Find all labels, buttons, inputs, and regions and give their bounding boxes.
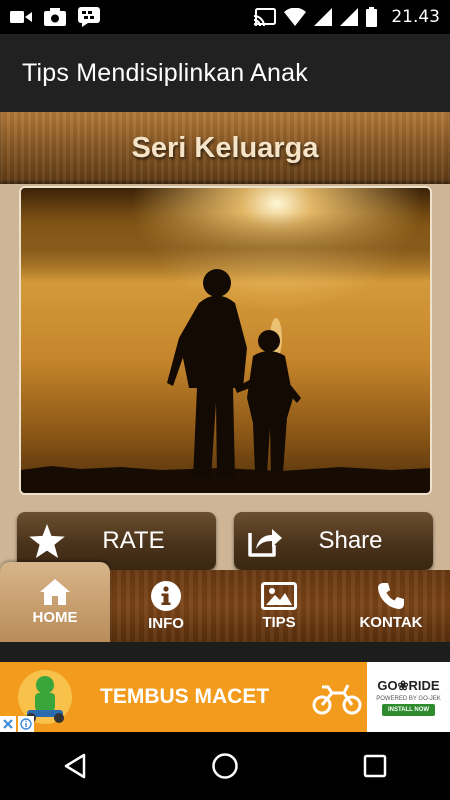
clock: 21.43 — [391, 7, 440, 27]
share-icon — [248, 529, 282, 557]
bbm-icon — [78, 7, 100, 27]
recents-icon — [363, 754, 387, 778]
banner-title: Seri Keluarga — [131, 131, 319, 164]
rate-label: RATE — [102, 527, 165, 554]
signal-icon — [314, 8, 333, 26]
share-button[interactable]: Share — [234, 512, 433, 570]
ad-headline: TEMBUS MACET — [100, 685, 270, 708]
recents-button[interactable] — [345, 736, 405, 796]
phone-icon — [378, 582, 404, 609]
signal-icon — [340, 8, 359, 26]
ad-banner[interactable]: TEMBUS MACET GO❀RIDE POWERED BY GO-JEK I… — [0, 662, 450, 732]
tab-home-label: HOME — [32, 608, 78, 626]
ad-brand-sub: POWERED BY GO-JEK — [376, 696, 441, 702]
section-banner: Seri Keluarga — [0, 112, 450, 184]
tab-home[interactable]: HOME — [0, 562, 110, 642]
image-icon — [261, 581, 297, 610]
battery-icon — [366, 7, 378, 27]
star-icon — [29, 524, 65, 558]
ad-mascot — [0, 662, 90, 732]
tab-info-label: INFO — [148, 614, 184, 632]
motorbike-icon — [312, 684, 362, 715]
share-label: Share — [318, 527, 383, 554]
app-bar: Tips Mendisiplinkan Anak — [0, 34, 450, 112]
bottom-nav: HOME INFO TIPS KONTAK — [0, 562, 450, 642]
ad-close-icon[interactable] — [0, 716, 16, 732]
app-title: Tips Mendisiplinkan Anak — [22, 58, 308, 87]
wifi-icon — [284, 8, 307, 26]
tab-kontak-label: KONTAK — [359, 613, 423, 631]
info-icon — [151, 580, 181, 611]
spacer — [0, 642, 450, 662]
camera-icon — [44, 8, 66, 26]
ad-install-button[interactable]: INSTALL NOW — [381, 704, 436, 716]
system-navigation-bar — [0, 732, 450, 800]
back-button[interactable] — [45, 736, 105, 796]
cast-icon — [254, 8, 277, 26]
tab-kontak[interactable]: KONTAK — [336, 570, 446, 642]
hero-image — [19, 186, 432, 495]
video-icon — [10, 11, 32, 23]
home-circle-icon — [212, 753, 238, 779]
status-bar: 21.43 — [0, 0, 450, 34]
tab-tips-label: TIPS — [262, 613, 296, 631]
tab-info[interactable]: INFO — [111, 570, 221, 642]
ad-info-icon[interactable] — [18, 716, 34, 732]
ad-brand: GO❀RIDE — [377, 678, 440, 693]
home-icon — [40, 578, 70, 605]
tab-tips[interactable]: TIPS — [224, 570, 334, 642]
home-button[interactable] — [195, 736, 255, 796]
back-icon — [64, 753, 86, 779]
